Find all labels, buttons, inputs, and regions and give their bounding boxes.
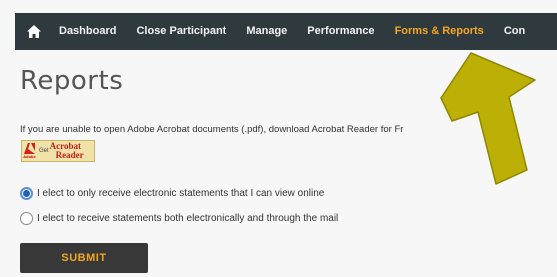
radio-option-electronic-only[interactable]: I elect to only receive electronic state… <box>20 187 324 200</box>
radio-label-electronic-only: I elect to only receive electronic state… <box>37 188 325 199</box>
radio-option-electronic-and-mail[interactable]: I elect to receive statements both elect… <box>20 212 338 225</box>
home-icon <box>27 25 41 38</box>
radio-button-unchecked[interactable] <box>20 212 33 225</box>
radio-label-electronic-and-mail: I elect to receive statements both elect… <box>37 213 339 224</box>
badge-reader-text: Reader <box>55 150 84 160</box>
acrobat-info-link[interactable]: If you are unable to open Adobe Acrobat … <box>20 124 403 135</box>
badge-get-text: Get <box>39 148 49 154</box>
submit-button[interactable]: SUBMIT <box>20 243 148 273</box>
nav-item-con[interactable]: Con <box>494 13 535 50</box>
adobe-a-icon <box>24 143 35 154</box>
nav-item-manage[interactable]: Manage <box>236 13 297 50</box>
page-title: Reports <box>20 66 124 96</box>
badge-brand: Acrobat Reader <box>50 142 84 160</box>
nav-item-close-participant[interactable]: Close Participant <box>126 13 236 50</box>
adobe-logo-text: Adobe <box>23 154 36 159</box>
get-acrobat-reader-badge[interactable]: Adobe Get Acrobat Reader <box>21 140 95 162</box>
nav-item-performance[interactable]: Performance <box>297 13 384 50</box>
adobe-logo-icon: Adobe <box>22 141 37 161</box>
radio-button-checked[interactable] <box>20 187 33 200</box>
top-nav-bar: Dashboard Close Participant Manage Perfo… <box>15 13 557 50</box>
home-button[interactable] <box>17 13 51 50</box>
radio-dot <box>23 190 30 197</box>
acrobat-info-text: If you are unable to open Adobe Acrobat … <box>20 124 403 135</box>
nav-item-forms-reports[interactable]: Forms & Reports <box>385 13 494 50</box>
nav-item-dashboard[interactable]: Dashboard <box>51 13 126 50</box>
